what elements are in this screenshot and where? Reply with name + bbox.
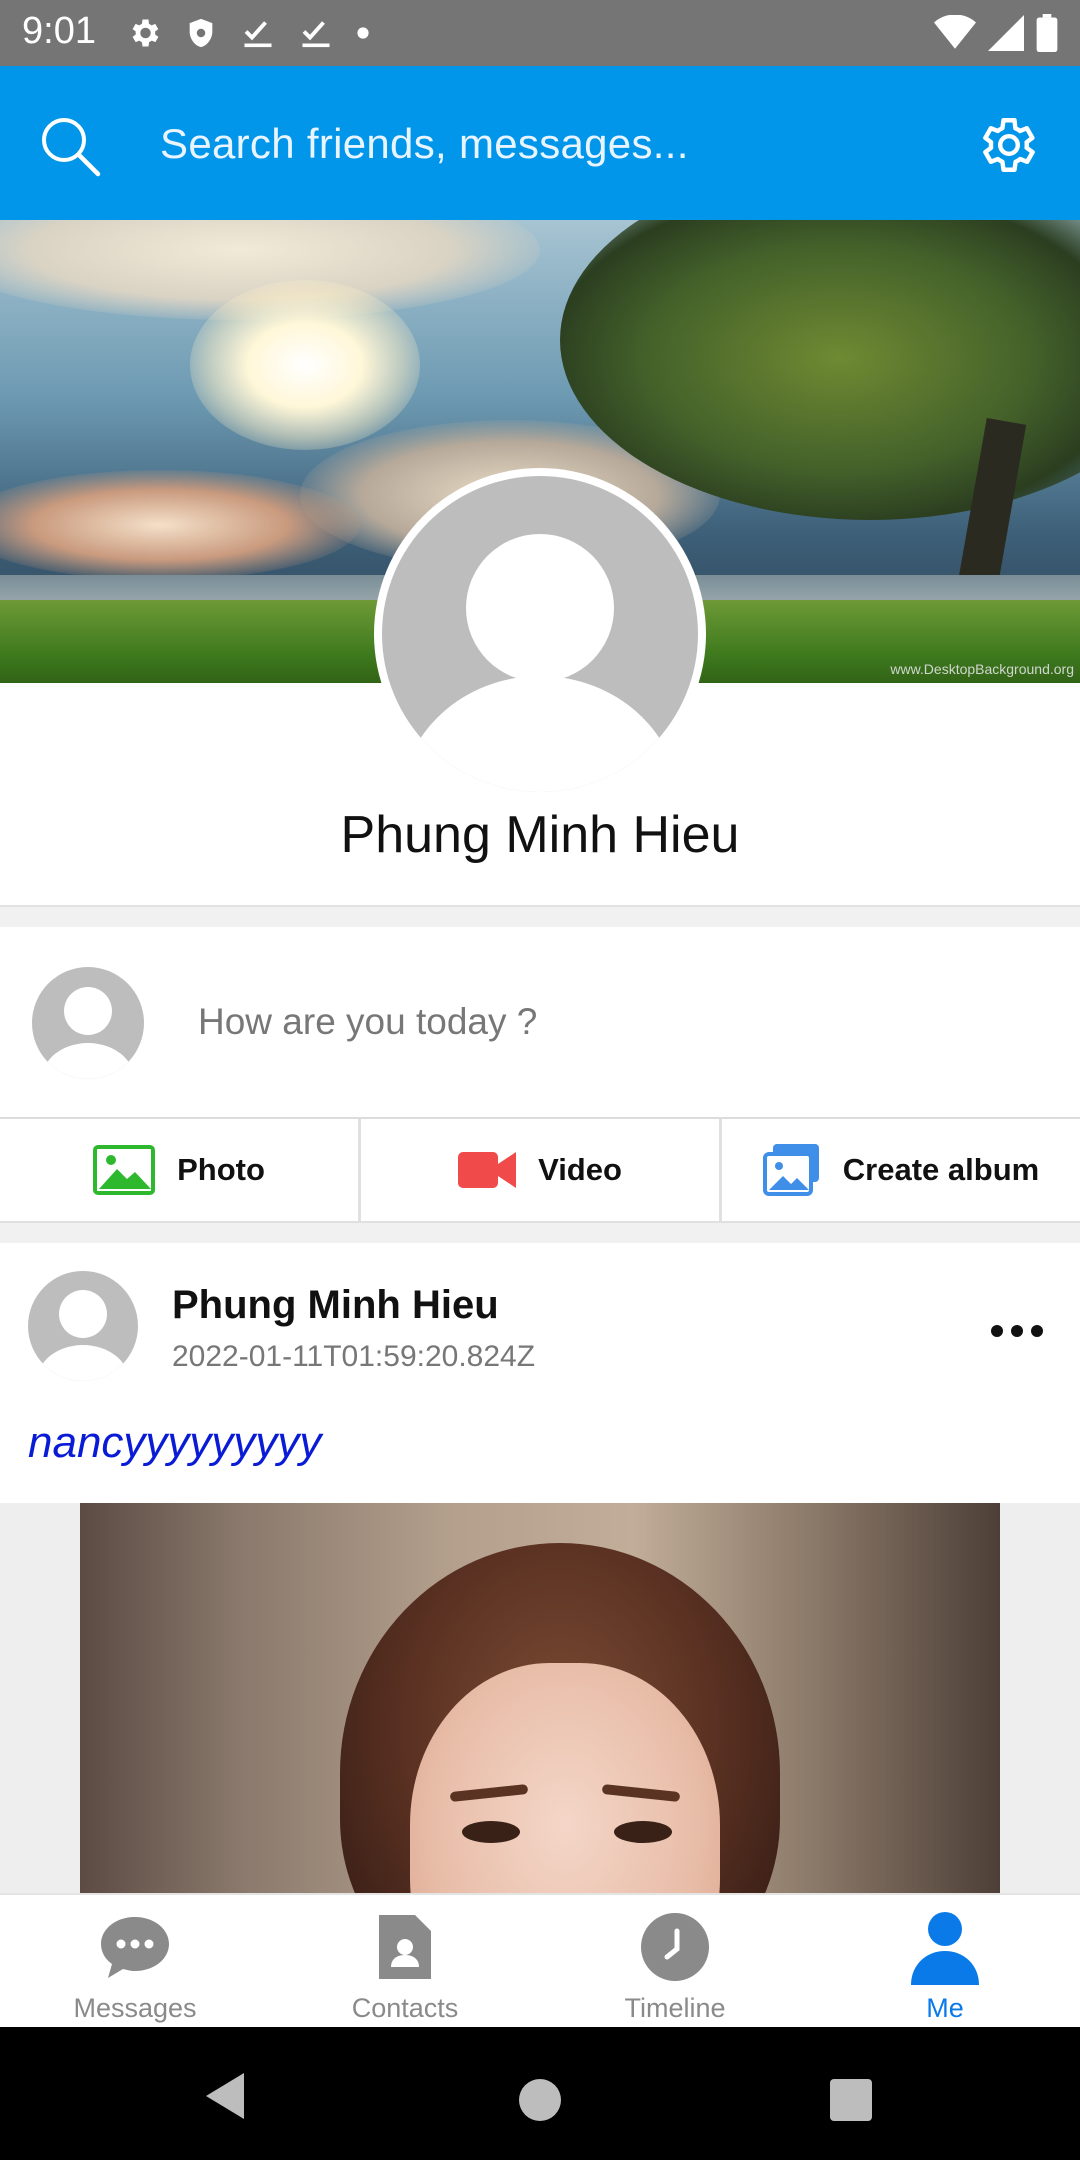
video-label: Video [538,1152,622,1187]
video-button[interactable]: Video [358,1119,719,1221]
composer-actions: Photo Video Create album [0,1119,1080,1223]
wifi-icon [934,15,976,49]
nav-contacts-label: Contacts [351,1993,459,2023]
dot-icon [357,27,369,39]
section-divider [0,905,1080,927]
gear-icon [132,19,159,47]
album-icon [762,1144,819,1196]
recent-apps-icon[interactable] [830,2079,872,2121]
home-icon[interactable] [519,2079,561,2121]
profile-name: Phung Minh Hieu [340,806,740,864]
chat-bubble-icon [101,1917,169,1978]
settings-gear-icon[interactable] [976,112,1042,178]
section-divider [0,1223,1080,1243]
person-icon [911,1912,979,1985]
video-icon [458,1152,517,1188]
nav-timeline-label: Timeline [624,1993,726,2023]
post-author-name[interactable]: Phung Minh Hieu [172,1283,499,1328]
nav-me-label: Me [926,1993,964,2023]
timeline-post: Phung Minh Hieu 2022-01-11T01:59:20.824Z… [0,1243,1080,1893]
contact-card-icon [379,1915,431,1979]
avatar-placeholder-icon [400,534,680,792]
composer-avatar [32,967,144,1079]
photo-label: Photo [177,1152,265,1187]
profile-avatar[interactable] [374,468,706,800]
post-photo[interactable] [80,1503,1000,1893]
clock-icon [641,1913,709,1981]
status-system-icons [934,12,1058,54]
battery-icon [1036,14,1058,52]
status-time: 9:01 [22,10,96,52]
bottom-navigation: Messages Contacts Timeline Me [0,1893,1080,2027]
post-author-avatar[interactable] [28,1271,138,1381]
cover-cloud [0,470,360,580]
avatar-placeholder-icon [42,987,134,1079]
search-icon[interactable] [38,114,102,178]
cover-sun [190,280,420,450]
avatar-placeholder-icon [37,1290,129,1381]
photo-button[interactable]: Photo [0,1119,358,1221]
create-album-label: Create album [842,1152,1040,1187]
nav-timeline[interactable]: Timeline [540,1895,810,2027]
post-caption: nancyyyyyyyyy [28,1418,322,1467]
status-notification-icons [126,12,370,54]
check-icon [302,21,330,48]
signal-icon [988,15,1024,51]
post-timestamp: 2022-01-11T01:59:20.824Z [172,1340,536,1373]
post-media[interactable] [0,1503,1080,1893]
shield-icon [189,18,213,48]
post-composer[interactable]: How are you today ? [0,927,1080,1119]
search-input[interactable]: Search friends, messages... [160,120,689,168]
cover-watermark: www.DesktopBackground.org [890,661,1074,677]
nav-messages-label: Messages [73,1993,197,2023]
more-options-icon[interactable] [990,1321,1044,1341]
system-navigation-bar [0,2027,1080,2160]
nav-me[interactable]: Me [810,1895,1080,2027]
composer-prompt[interactable]: How are you today ? [198,1001,537,1043]
photo-icon [93,1145,156,1195]
app-header: Search friends, messages... [0,66,1080,220]
status-bar: 9:01 [0,0,1080,66]
back-icon[interactable] [204,2071,248,2121]
create-album-button[interactable]: Create album [719,1119,1080,1221]
photo-eye [614,1821,672,1843]
photo-eye [462,1821,520,1843]
nav-contacts[interactable]: Contacts [270,1895,540,2027]
nav-messages[interactable]: Messages [0,1895,270,2027]
check-icon [244,21,272,48]
